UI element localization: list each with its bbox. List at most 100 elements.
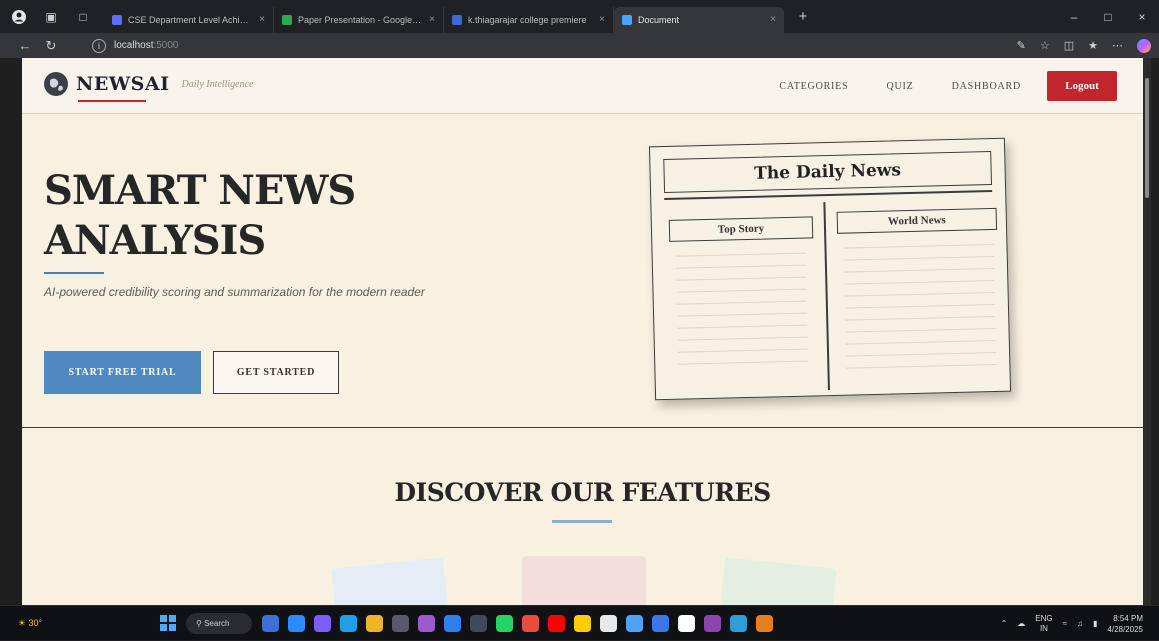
lang-region: IN <box>1039 623 1048 633</box>
volume-icon[interactable]: ♫ <box>1077 619 1083 628</box>
browser-tab-strip: ▣ □ CSE Department Level Achievem × Pape… <box>0 0 1159 33</box>
app-icon[interactable] <box>626 615 643 632</box>
clock[interactable]: 8:54 PM 4/28/2025 <box>1107 613 1143 635</box>
text-lines-left <box>675 252 809 376</box>
settings-icon[interactable] <box>392 615 409 632</box>
star-icon[interactable]: ☆ <box>1040 39 1050 52</box>
hero-subtitle: AI-powered credibility scoring and summa… <box>44 285 425 299</box>
tab-favicon-icon <box>452 14 462 25</box>
tab-document[interactable]: Document × <box>614 6 784 33</box>
copilot-app-icon[interactable] <box>314 615 331 632</box>
edge-icon[interactable] <box>288 615 305 632</box>
site-header: NEWSAI Daily Intelligence CATEGORIES QUI… <box>22 58 1143 114</box>
text-lines-right <box>843 243 997 380</box>
tab-paper-presentation[interactable]: Paper Presentation - Google Dri × <box>274 6 444 33</box>
toolbar-right: ✎ ☆ ◫ ★ ⋯ <box>1017 33 1151 58</box>
tab-label: k.thiagarajar college premiere <box>468 14 587 25</box>
newspaper-illustration: The Daily News Top Story World News <box>648 137 1012 401</box>
feature-card[interactable] <box>331 557 449 605</box>
feature-card[interactable] <box>522 556 646 605</box>
app-icon[interactable] <box>678 615 695 632</box>
site-logo[interactable]: NEWSAI Daily Intelligence <box>44 72 253 96</box>
app-icon[interactable] <box>600 615 617 632</box>
page-viewport: NEWSAI Daily Intelligence CATEGORIES QUI… <box>22 58 1143 605</box>
youtube-icon[interactable] <box>548 615 565 632</box>
favorites-icon[interactable]: ★ <box>1088 39 1098 52</box>
taskbar-search[interactable]: ⚲ Search <box>186 613 252 634</box>
maximize-icon[interactable]: □ <box>1091 10 1125 24</box>
app-icon[interactable] <box>652 615 669 632</box>
url-port: :5000 <box>153 40 179 51</box>
top-story-heading: Top Story <box>668 216 814 242</box>
system-tray: ⌃ ☁ ENG IN ≈ ♫ ▮ 8:54 PM 4/28/2025 <box>1001 606 1143 641</box>
features-title: DISCOVER OUR FEATURES <box>394 478 771 507</box>
window-controls: – □ × <box>1057 0 1159 33</box>
edit-icon[interactable]: ✎ <box>1017 39 1026 52</box>
split-screen-icon[interactable]: ◫ <box>1064 39 1074 52</box>
back-icon[interactable]: ← <box>12 38 38 53</box>
tab-favicon-icon <box>112 14 122 25</box>
edge-browser-icon[interactable] <box>340 615 357 632</box>
nav-quiz[interactable]: QUIZ <box>886 81 913 92</box>
app-icon[interactable] <box>756 615 773 632</box>
site-info-icon[interactable]: i <box>92 38 106 53</box>
app-icon[interactable] <box>704 615 721 632</box>
logout-button[interactable]: Logout <box>1047 71 1117 101</box>
close-icon[interactable]: × <box>770 14 776 25</box>
close-icon[interactable]: × <box>429 14 435 25</box>
tab-favicon-icon <box>622 14 632 25</box>
wifi-icon[interactable]: ≈ <box>1063 619 1067 628</box>
features-divider <box>552 520 612 523</box>
tab-cse-department[interactable]: CSE Department Level Achievem × <box>104 6 274 33</box>
close-icon[interactable]: × <box>599 14 605 25</box>
tab-label: Document <box>638 14 680 25</box>
vscode-icon[interactable] <box>444 615 461 632</box>
app-icon[interactable] <box>418 615 435 632</box>
nav-categories[interactable]: CATEGORIES <box>779 81 848 92</box>
nav-dashboard[interactable]: DASHBOARD <box>952 81 1021 92</box>
page-scrollbar[interactable] <box>1143 58 1151 605</box>
hero-title: SMART NEWS ANALYSIS <box>44 166 464 266</box>
weather-widget[interactable]: ☀ 30° <box>12 611 48 635</box>
feature-card[interactable] <box>719 557 837 605</box>
app-icon[interactable] <box>470 615 487 632</box>
battery-icon[interactable]: ▮ <box>1093 619 1097 628</box>
tab-thiagarajar[interactable]: k.thiagarajar college premiere × <box>444 6 614 33</box>
brand-tagline: Daily Intelligence <box>181 78 254 90</box>
chevron-up-icon[interactable]: ⌃ <box>1001 619 1008 628</box>
app-icon[interactable] <box>574 615 591 632</box>
tab-label: CSE Department Level Achievem <box>128 14 254 25</box>
globe-icon <box>44 72 68 96</box>
whatsapp-icon[interactable] <box>496 615 513 632</box>
tab-favicon-icon <box>282 14 292 25</box>
more-icon[interactable]: ⋯ <box>1112 39 1123 52</box>
start-free-trial-button[interactable]: START FREE TRIAL <box>44 351 201 394</box>
tab-label: Paper Presentation - Google Dri <box>298 14 424 25</box>
profile-icon[interactable] <box>10 8 28 26</box>
minimize-icon[interactable]: – <box>1057 10 1091 24</box>
search-icon: ⚲ <box>196 619 202 628</box>
weather-temp: 30° <box>28 618 43 628</box>
scrollbar-thumb[interactable] <box>1145 78 1149 198</box>
clock-time: 8:54 PM <box>1113 613 1143 623</box>
pinned-apps <box>262 613 773 634</box>
task-view-icon[interactable] <box>262 615 279 632</box>
hero-title-line: SMART NEWS <box>44 167 356 214</box>
file-explorer-icon[interactable] <box>366 615 383 632</box>
copilot-icon[interactable] <box>1137 38 1151 53</box>
new-tab-button[interactable]: + <box>794 8 812 26</box>
refresh-icon[interactable]: ↻ <box>38 38 64 54</box>
chrome-icon[interactable] <box>522 615 539 632</box>
tab-actions-icon[interactable]: □ <box>74 8 92 26</box>
lang-code: ENG <box>1035 613 1053 623</box>
language-indicator[interactable]: ENG IN <box>1035 614 1052 634</box>
address-input[interactable]: i localhost:5000 <box>92 36 932 55</box>
close-icon[interactable]: × <box>259 14 265 25</box>
close-window-icon[interactable]: × <box>1125 10 1159 24</box>
workspaces-icon[interactable]: ▣ <box>42 8 60 26</box>
address-toolbar: ← ↻ i localhost:5000 ✎ ☆ ◫ ★ ⋯ <box>0 33 1159 58</box>
app-icon[interactable] <box>730 615 747 632</box>
windows-start-icon[interactable] <box>160 615 176 631</box>
get-started-button[interactable]: GET STARTED <box>213 351 339 394</box>
cloud-icon[interactable]: ☁ <box>1017 619 1025 628</box>
